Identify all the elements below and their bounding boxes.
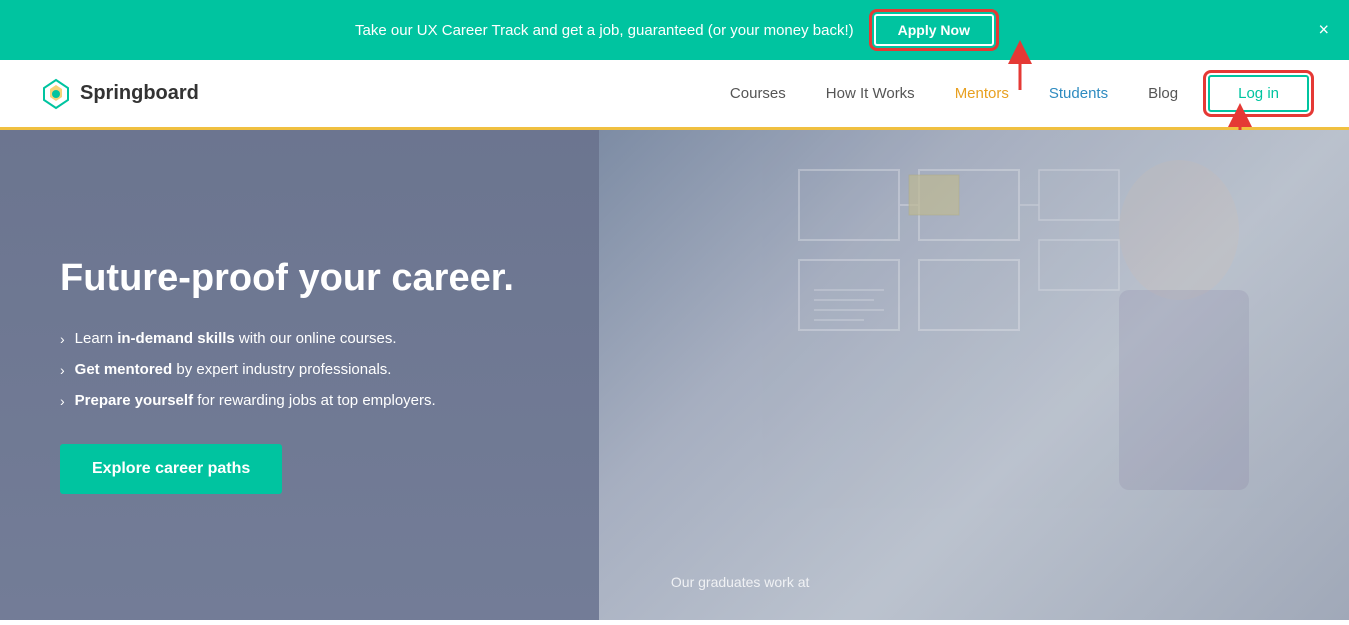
hero-section: Future-proof your career. › Learn in-dem… bbox=[0, 130, 1349, 620]
close-banner-button[interactable]: × bbox=[1318, 20, 1329, 41]
nav-how-it-works[interactable]: How It Works bbox=[826, 85, 915, 102]
promo-banner: Take our UX Career Track and get a job, … bbox=[0, 0, 1349, 60]
bullet-3-text: Prepare yourself for rewarding jobs at t… bbox=[75, 392, 436, 409]
hero-bullets: › Learn in-demand skills with our online… bbox=[60, 330, 514, 409]
banner-text: Take our UX Career Track and get a job, … bbox=[355, 22, 854, 39]
bullet-2-text: Get mentored by expert industry professi… bbox=[75, 361, 392, 378]
login-button[interactable]: Log in bbox=[1208, 75, 1309, 112]
logo-text: Springboard bbox=[80, 82, 199, 105]
hero-image bbox=[599, 130, 1349, 620]
bullet-2: › Get mentored by expert industry profes… bbox=[60, 361, 514, 378]
whiteboard-sketch bbox=[599, 130, 1349, 620]
nav-courses[interactable]: Courses bbox=[730, 85, 786, 102]
logo-link[interactable]: Springboard bbox=[40, 78, 199, 110]
bullet-arrow-2: › bbox=[60, 362, 65, 378]
nav-students[interactable]: Students bbox=[1049, 85, 1108, 102]
hero-content: Future-proof your career. › Learn in-dem… bbox=[0, 257, 574, 494]
logo-icon bbox=[40, 78, 72, 110]
graduates-text: Our graduates work at bbox=[671, 574, 810, 590]
bullet-arrow-1: › bbox=[60, 331, 65, 347]
nav-links: Courses How It Works Mentors Students Bl… bbox=[730, 85, 1178, 103]
hero-title: Future-proof your career. bbox=[60, 257, 514, 300]
nav-blog[interactable]: Blog bbox=[1148, 85, 1178, 102]
bullet-3: › Prepare yourself for rewarding jobs at… bbox=[60, 392, 514, 409]
navbar: Springboard Courses How It Works Mentors… bbox=[0, 60, 1349, 130]
bullet-1: › Learn in-demand skills with our online… bbox=[60, 330, 514, 347]
apply-now-button[interactable]: Apply Now bbox=[874, 14, 994, 46]
bullet-1-text: Learn in-demand skills with our online c… bbox=[75, 330, 397, 347]
bullet-arrow-3: › bbox=[60, 393, 65, 409]
nav-mentors[interactable]: Mentors bbox=[955, 85, 1009, 102]
explore-career-paths-button[interactable]: Explore career paths bbox=[60, 444, 282, 494]
